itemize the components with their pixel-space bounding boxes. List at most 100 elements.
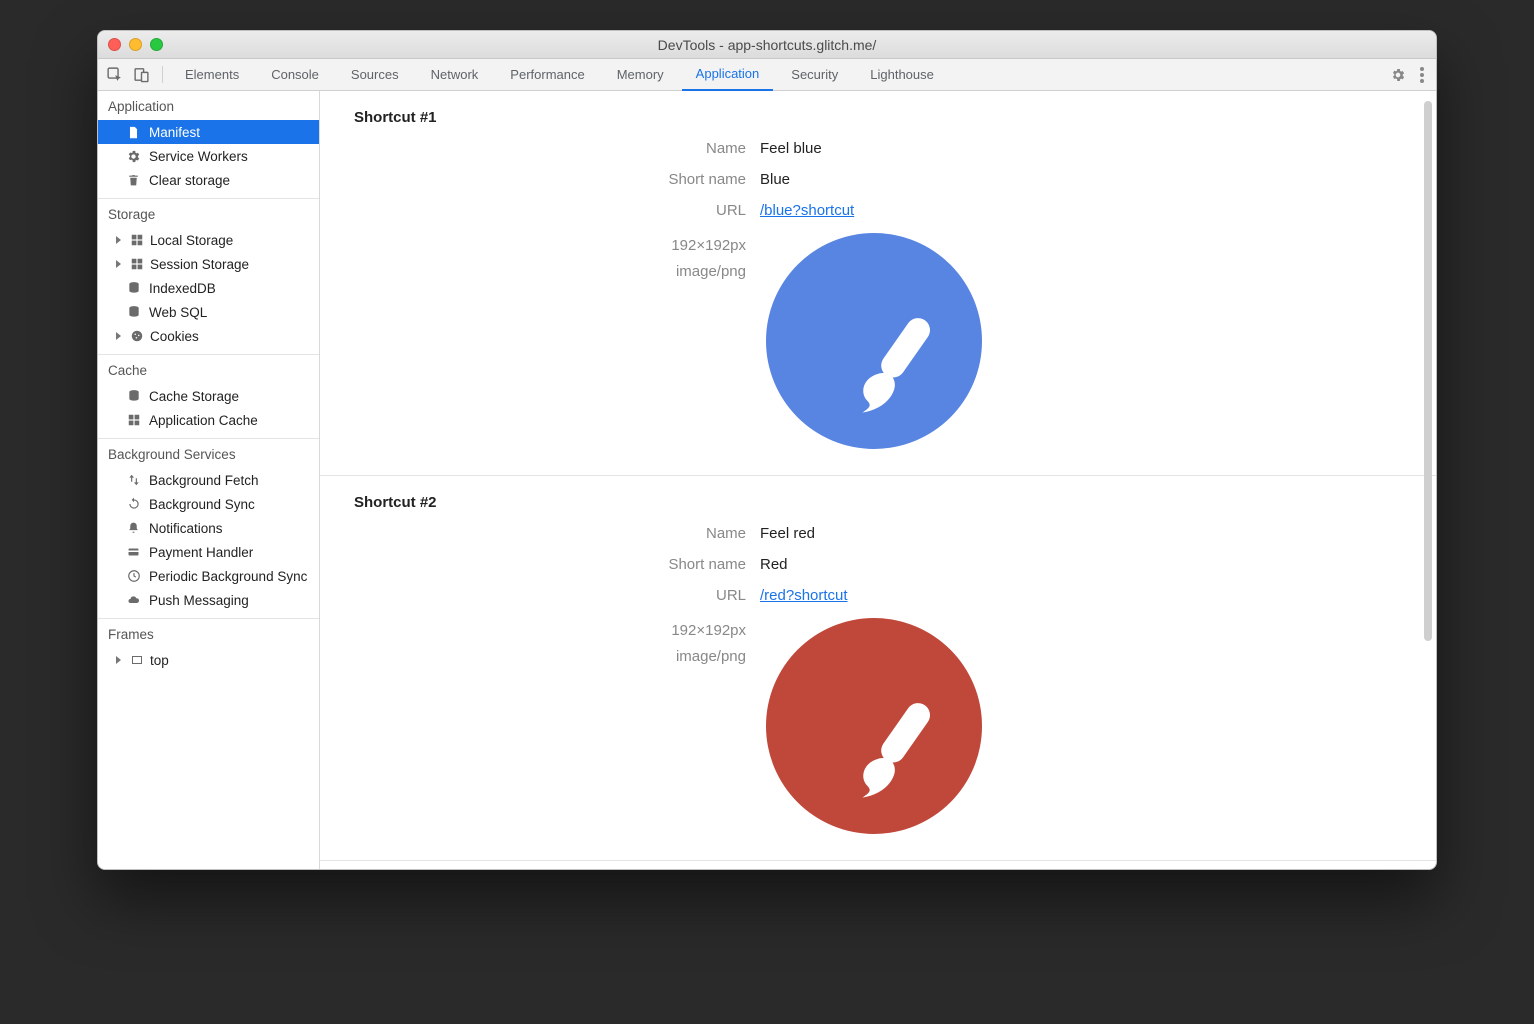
updown-icon <box>126 473 141 488</box>
sidebar-item-label: Session Storage <box>150 257 249 272</box>
label-url: URL <box>320 202 760 219</box>
tab-elements[interactable]: Elements <box>171 59 253 91</box>
sidebar-item-label: Web SQL <box>149 305 207 320</box>
shortcut-heading: Shortcut #2 <box>320 494 1436 511</box>
file-icon <box>126 125 141 140</box>
sidebar-item-label: top <box>150 653 169 668</box>
label-short-name: Short name <box>320 171 760 188</box>
expand-triangle-icon[interactable] <box>116 236 121 244</box>
tab-sources[interactable]: Sources <box>337 59 413 91</box>
sidebar-item-label: Service Workers <box>149 149 248 164</box>
scrollbar[interactable] <box>1424 101 1432 641</box>
devtools-window: DevTools - app-shortcuts.glitch.me/ Elem… <box>97 30 1437 870</box>
bell-icon <box>126 521 141 536</box>
trash-icon <box>126 173 141 188</box>
shortcut-heading: Shortcut #1 <box>320 109 1436 126</box>
tab-memory[interactable]: Memory <box>603 59 678 91</box>
window-title: DevTools - app-shortcuts.glitch.me/ <box>98 37 1436 53</box>
sidebar-item-background-fetch[interactable]: Background Fetch <box>98 468 319 492</box>
grid-icon <box>129 257 144 272</box>
sidebar-item-session-storage[interactable]: Session Storage <box>98 252 319 276</box>
shortcut-shortname-value: Red <box>760 556 788 573</box>
toggle-device-icon[interactable] <box>133 66 150 83</box>
sidebar-item-label: Payment Handler <box>149 545 253 560</box>
sidebar-item-label: Manifest <box>149 125 200 140</box>
gear-icon <box>126 149 141 164</box>
label-short-name: Short name <box>320 556 760 573</box>
cloud-icon <box>126 593 141 608</box>
sidebar-group-application: Application <box>98 91 319 120</box>
db-icon <box>126 305 141 320</box>
grid-icon <box>126 413 141 428</box>
devtools-tabbar: ElementsConsoleSourcesNetworkPerformance… <box>98 59 1436 91</box>
sidebar-item-label: Local Storage <box>150 233 233 248</box>
expand-triangle-icon[interactable] <box>116 260 121 268</box>
sidebar-item-cache-storage[interactable]: Cache Storage <box>98 384 319 408</box>
sidebar-item-label: Periodic Background Sync <box>149 569 307 584</box>
tab-performance[interactable]: Performance <box>496 59 598 91</box>
grid-icon <box>129 233 144 248</box>
sidebar-item-label: Background Sync <box>149 497 255 512</box>
shortcut-block-1: Shortcut #1 NameFeel blueShort nameBlueUR… <box>320 91 1436 476</box>
sidebar-item-service-workers[interactable]: Service Workers <box>98 144 319 168</box>
shortcut-name-value: Feel red <box>760 525 815 542</box>
sidebar-item-notifications[interactable]: Notifications <box>98 516 319 540</box>
shortcut-icon-size: 192×192px <box>320 618 746 644</box>
sidebar-item-periodic-background-sync[interactable]: Periodic Background Sync <box>98 564 319 588</box>
label-name: Name <box>320 140 760 157</box>
db-icon <box>126 389 141 404</box>
sync-icon <box>126 497 141 512</box>
manifest-main-pane: Shortcut #1NameFeel blueShort nameBlueUR… <box>320 91 1436 869</box>
tab-console[interactable]: Console <box>257 59 333 91</box>
shortcut-name-value: Feel blue <box>760 140 822 157</box>
sidebar-item-payment-handler[interactable]: Payment Handler <box>98 540 319 564</box>
sidebar-item-label: Background Fetch <box>149 473 259 488</box>
tab-security[interactable]: Security <box>777 59 852 91</box>
card-icon <box>126 545 141 560</box>
settings-icon[interactable] <box>1390 67 1406 83</box>
sidebar-item-cookies[interactable]: Cookies <box>98 324 319 348</box>
sidebar-item-label: Cache Storage <box>149 389 239 404</box>
sidebar-item-label: Cookies <box>150 329 199 344</box>
sidebar-item-background-sync[interactable]: Background Sync <box>98 492 319 516</box>
shortcut-url-link[interactable]: /red?shortcut <box>760 587 848 604</box>
expand-triangle-icon[interactable] <box>116 656 121 664</box>
shortcut-icon-type: image/png <box>320 259 746 285</box>
cookie-icon <box>129 329 144 344</box>
sidebar-item-label: Push Messaging <box>149 593 249 608</box>
sidebar-item-local-storage[interactable]: Local Storage <box>98 228 319 252</box>
shortcut-icon-preview <box>766 618 982 834</box>
shortcut-shortname-value: Blue <box>760 171 790 188</box>
sidebar-group-background-services: Background Services <box>98 439 319 468</box>
label-name: Name <box>320 525 760 542</box>
tab-lighthouse[interactable]: Lighthouse <box>856 59 948 91</box>
inspect-element-icon[interactable] <box>106 66 123 83</box>
expand-triangle-icon[interactable] <box>116 332 121 340</box>
application-sidebar: Application Manifest Service Workers Clear … <box>98 91 320 869</box>
sidebar-item-label: Clear storage <box>149 173 230 188</box>
tab-network[interactable]: Network <box>417 59 493 91</box>
tab-application[interactable]: Application <box>682 59 774 91</box>
sidebar-item-clear-storage[interactable]: Clear storage <box>98 168 319 192</box>
sidebar-item-application-cache[interactable]: Application Cache <box>98 408 319 432</box>
shortcut-url-link[interactable]: /blue?shortcut <box>760 202 854 219</box>
db-icon <box>126 281 141 296</box>
sidebar-item-top[interactable]: top <box>98 648 319 672</box>
sidebar-item-indexeddb[interactable]: IndexedDB <box>98 276 319 300</box>
sidebar-item-label: Notifications <box>149 521 223 536</box>
sidebar-group-cache: Cache <box>98 355 319 384</box>
shortcut-icon-preview <box>766 233 982 449</box>
sidebar-item-label: IndexedDB <box>149 281 216 296</box>
sidebar-item-web-sql[interactable]: Web SQL <box>98 300 319 324</box>
sidebar-group-frames: Frames <box>98 619 319 648</box>
shortcut-block-2: Shortcut #2 NameFeel redShort nameRedURL/… <box>320 476 1436 861</box>
sidebar-item-manifest[interactable]: Manifest <box>98 120 319 144</box>
more-icon[interactable] <box>1420 67 1424 83</box>
window-titlebar: DevTools - app-shortcuts.glitch.me/ <box>98 31 1436 59</box>
clock-icon <box>126 569 141 584</box>
sidebar-item-label: Application Cache <box>149 413 258 428</box>
shortcut-icon-type: image/png <box>320 644 746 670</box>
sidebar-item-push-messaging[interactable]: Push Messaging <box>98 588 319 612</box>
label-url: URL <box>320 587 760 604</box>
frame-icon <box>129 653 144 668</box>
